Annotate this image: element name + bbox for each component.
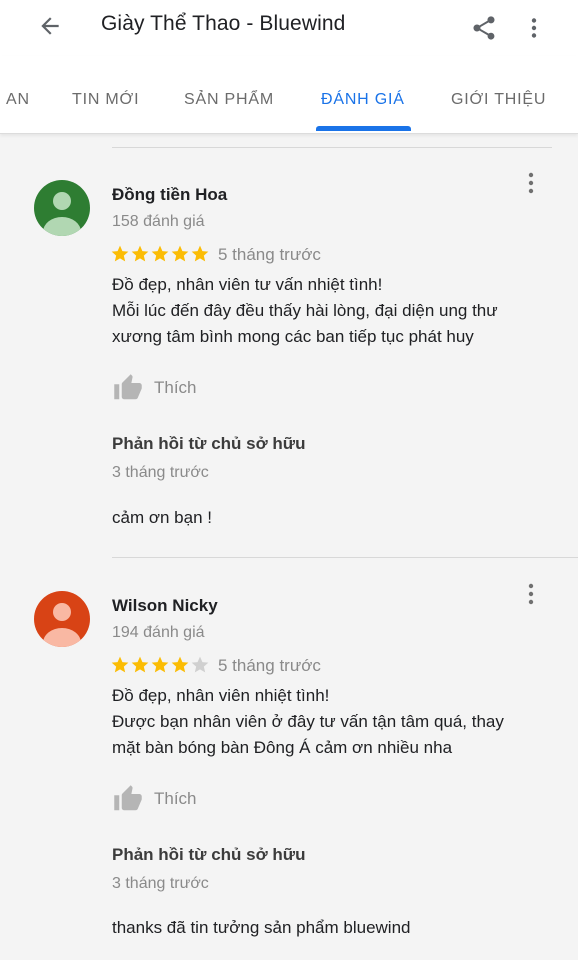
share-button[interactable]	[466, 10, 502, 46]
star-filled-icon	[111, 656, 129, 673]
star-filled-icon	[171, 656, 189, 673]
share-icon	[473, 16, 495, 40]
more-options-button[interactable]	[518, 10, 550, 46]
active-tab-indicator	[316, 126, 411, 131]
star-rating	[110, 244, 210, 266]
tab-bar: AN TIN MỚI SẢN PHẨM ĐÁNH GIÁ GIỚI THIỆU	[0, 56, 578, 134]
thumb-up-icon	[114, 785, 142, 811]
owner-reply-text: cảm ơn bạn !	[112, 508, 212, 527]
review-text-line: Mỗi lúc đến đây đều thấy hài lòng, đại d…	[112, 301, 498, 320]
divider	[112, 147, 552, 148]
tab-reviews[interactable]: ĐÁNH GIÁ	[321, 91, 405, 109]
review-more-button[interactable]	[519, 579, 543, 609]
more-vert-icon	[528, 172, 534, 194]
more-vert-icon	[528, 583, 534, 605]
thumb-up-icon	[114, 374, 142, 400]
owner-reply-title: Phản hồi từ chủ sở hữu	[112, 845, 306, 864]
divider	[112, 557, 578, 558]
reviewer-name[interactable]: Đồng tiền Hoa	[112, 185, 227, 205]
reviewer-review-count: 194 đánh giá	[112, 624, 205, 641]
reviewer-name[interactable]: Wilson Nicky	[112, 596, 218, 616]
star-filled-icon	[111, 245, 129, 262]
more-vert-icon	[531, 18, 537, 38]
avatar[interactable]	[34, 180, 90, 236]
owner-reply-title: Phản hồi từ chủ sở hữu	[112, 434, 306, 453]
like-label: Thích	[154, 378, 197, 397]
review-time: 5 tháng trước	[218, 656, 321, 675]
like-button[interactable]: Thích	[112, 373, 197, 403]
reviewer-review-count: 158 đánh giá	[112, 213, 205, 230]
review-text-line: Được bạn nhân viên ở đây tư vấn tận tâm …	[112, 712, 504, 731]
tab-news[interactable]: TIN MỚI	[72, 91, 139, 109]
review-text-line: xương tâm bình mong các ban tiếp tục phá…	[112, 327, 474, 346]
like-button[interactable]: Thích	[112, 784, 197, 814]
star-filled-icon	[131, 245, 149, 262]
review-text-line: Đồ đẹp, nhân viên tư vấn nhiệt tình!	[112, 275, 383, 294]
review-text-line: mặt bàn bóng bàn Đông Á cảm ơn nhiều nha	[112, 738, 453, 757]
avatar[interactable]	[34, 591, 90, 647]
star-filled-icon	[171, 245, 189, 262]
review-more-button[interactable]	[519, 168, 543, 198]
star-empty-icon	[191, 656, 209, 673]
person-avatar-icon	[34, 591, 90, 647]
review-text-line: Đồ đẹp, nhân viên nhiệt tình!	[112, 686, 330, 705]
like-label: Thích	[154, 789, 197, 808]
star-filled-icon	[131, 656, 149, 673]
tab-overview[interactable]: AN	[6, 91, 30, 109]
star-rating	[110, 655, 210, 677]
star-filled-icon	[151, 656, 169, 673]
tab-products[interactable]: SẢN PHẨM	[184, 91, 274, 109]
owner-reply-time: 3 tháng trước	[112, 464, 209, 481]
person-avatar-icon	[34, 180, 90, 236]
owner-reply-time: 3 tháng trước	[112, 875, 209, 892]
star-filled-icon	[151, 245, 169, 262]
star-filled-icon	[191, 245, 209, 262]
page-title: Giày Thể Thao - Bluewind	[101, 12, 346, 35]
back-button[interactable]	[30, 8, 70, 44]
arrow-left-icon	[41, 17, 59, 35]
review-time: 5 tháng trước	[218, 245, 321, 264]
app-bar: Giày Thể Thao - Bluewind	[0, 0, 578, 56]
tab-about[interactable]: GIỚI THIỆU	[451, 91, 546, 109]
owner-reply-text: thanks đã tin tưởng sản phẩm bluewind	[112, 918, 411, 937]
